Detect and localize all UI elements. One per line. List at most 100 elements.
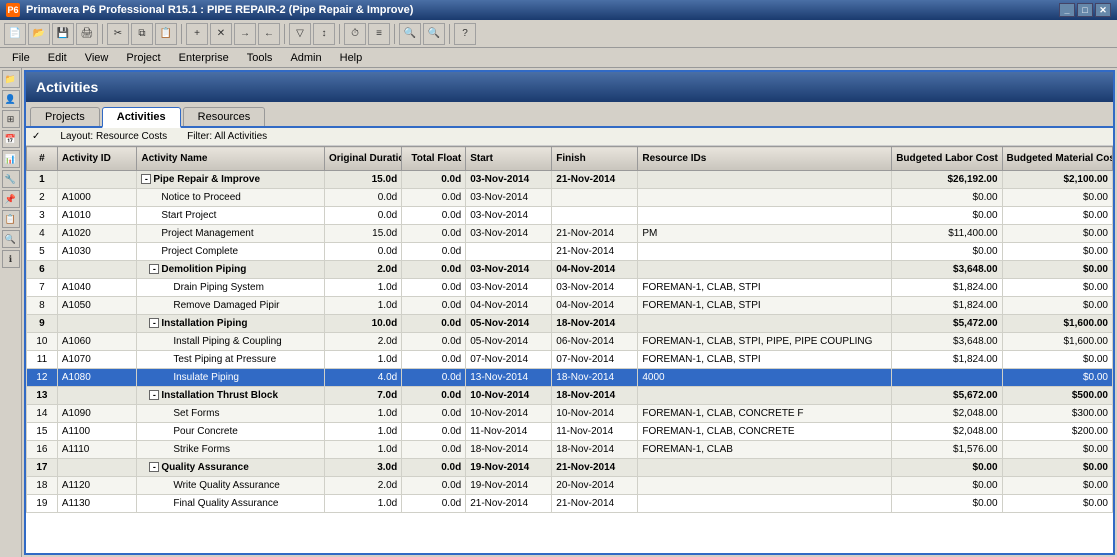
sidebar-magnify-icon[interactable]: 🔍 [2, 230, 20, 248]
expander-icon[interactable]: - [149, 318, 159, 328]
col-header-start[interactable]: Start [466, 147, 552, 171]
table-row[interactable]: 8A1050Remove Damaged Pipir1.0d0.0d04-Nov… [27, 297, 1113, 315]
table-row[interactable]: 1-Pipe Repair & Improve15.0d0.0d03-Nov-2… [27, 171, 1113, 189]
window-controls[interactable]: _ □ ✕ [1059, 3, 1111, 17]
file-menu[interactable]: File [4, 51, 38, 65]
row-budmat: $0.00 [1002, 369, 1112, 387]
view-menu[interactable]: View [77, 51, 117, 65]
col-header-actname[interactable]: Activity Name [137, 147, 325, 171]
sidebar-calendar-icon[interactable]: 📅 [2, 130, 20, 148]
save-button[interactable]: 💾 [52, 23, 74, 45]
row-budlabor: $11,400.00 [892, 225, 1002, 243]
row-origdur: 0.0d [324, 189, 401, 207]
col-header-budmat[interactable]: Budgeted Material Cost [1002, 147, 1112, 171]
activities-table-container[interactable]: # Activity ID Activity Name Original Dur… [26, 146, 1113, 553]
row-actname: Write Quality Assurance [137, 477, 325, 495]
help-button[interactable]: ? [454, 23, 476, 45]
row-actname: Drain Piping System [137, 279, 325, 297]
tab-projects[interactable]: Projects [30, 107, 100, 126]
new-button[interactable]: 📄 [4, 23, 26, 45]
maximize-button[interactable]: □ [1077, 3, 1093, 17]
zoom-in-button[interactable]: 🔍 [399, 23, 421, 45]
add-button[interactable]: + [186, 23, 208, 45]
row-origdur: 0.0d [324, 207, 401, 225]
row-totalfloat: 0.0d [402, 351, 466, 369]
cut-button[interactable]: ✂ [107, 23, 129, 45]
table-row[interactable]: 15A1100Pour Concrete1.0d0.0d11-Nov-20141… [27, 423, 1113, 441]
enterprise-menu[interactable]: Enterprise [171, 51, 237, 65]
sidebar-clipboard-icon[interactable]: 📋 [2, 210, 20, 228]
table-row[interactable]: 2A1000Notice to Proceed0.0d0.0d03-Nov-20… [27, 189, 1113, 207]
row-finish: 04-Nov-2014 [552, 297, 638, 315]
table-row[interactable]: 5A1030Project Complete0.0d0.0d21-Nov-201… [27, 243, 1113, 261]
indent-button[interactable]: → [234, 23, 256, 45]
col-header-resource[interactable]: Resource IDs [638, 147, 892, 171]
table-row[interactable]: 16A1110Strike Forms1.0d0.0d18-Nov-201418… [27, 441, 1113, 459]
sidebar-pin-icon[interactable]: 📌 [2, 190, 20, 208]
print-button[interactable]: 🖨 [76, 23, 98, 45]
row-resource [638, 261, 892, 279]
table-row[interactable]: 10A1060Install Piping & Coupling2.0d0.0d… [27, 333, 1113, 351]
schedule-button[interactable]: ⏱ [344, 23, 366, 45]
zoom-out-button[interactable]: 🔍 [423, 23, 445, 45]
sidebar-folder-icon[interactable]: 📁 [2, 70, 20, 88]
minimize-button[interactable]: _ [1059, 3, 1075, 17]
sidebar-wrench-icon[interactable]: 🔧 [2, 170, 20, 188]
tools-menu[interactable]: Tools [239, 51, 281, 65]
tab-resources[interactable]: Resources [183, 107, 266, 126]
col-header-totalfloat[interactable]: Total Float [402, 147, 466, 171]
row-actid: A1040 [57, 279, 136, 297]
project-menu[interactable]: Project [118, 51, 168, 65]
delete-button[interactable]: ✕ [210, 23, 232, 45]
paste-button[interactable]: 📋 [155, 23, 177, 45]
col-header-finish[interactable]: Finish [552, 147, 638, 171]
table-row[interactable]: 13-Installation Thrust Block7.0d0.0d10-N… [27, 387, 1113, 405]
row-resource: FOREMAN-1, CLAB, STPI [638, 279, 892, 297]
row-origdur: 1.0d [324, 351, 401, 369]
expander-icon[interactable]: - [149, 462, 159, 472]
copy-button[interactable]: ⧉ [131, 23, 153, 45]
row-finish: 21-Nov-2014 [552, 243, 638, 261]
table-row[interactable]: 7A1040Drain Piping System1.0d0.0d03-Nov-… [27, 279, 1113, 297]
col-header-actid[interactable]: Activity ID [57, 147, 136, 171]
row-origdur: 15.0d [324, 171, 401, 189]
filter-button[interactable]: ▽ [289, 23, 311, 45]
expander-icon[interactable]: - [141, 174, 151, 184]
sidebar-chart-icon[interactable]: 📊 [2, 150, 20, 168]
table-row[interactable]: 14A1090Set Forms1.0d0.0d10-Nov-201410-No… [27, 405, 1113, 423]
table-row[interactable]: 12A1080Insulate Piping4.0d0.0d13-Nov-201… [27, 369, 1113, 387]
col-header-origdur[interactable]: Original Duration [324, 147, 401, 171]
row-budlabor: $3,648.00 [892, 333, 1002, 351]
table-row[interactable]: 9-Installation Piping10.0d0.0d05-Nov-201… [27, 315, 1113, 333]
col-header-budlabor[interactable]: Budgeted Labor Cost [892, 147, 1002, 171]
table-row[interactable]: 3A1010Start Project0.0d0.0d03-Nov-2014$0… [27, 207, 1113, 225]
expander-icon[interactable]: - [149, 264, 159, 274]
expander-icon[interactable]: - [149, 390, 159, 400]
row-origdur: 0.0d [324, 243, 401, 261]
row-num: 6 [27, 261, 58, 279]
row-actid [57, 387, 136, 405]
col-header-num[interactable]: # [27, 147, 58, 171]
help-menu[interactable]: Help [332, 51, 371, 65]
sidebar-info-icon[interactable]: ℹ [2, 250, 20, 268]
admin-menu[interactable]: Admin [282, 51, 329, 65]
sort-button[interactable]: ↕ [313, 23, 335, 45]
outdent-button[interactable]: ← [258, 23, 280, 45]
row-origdur: 4.0d [324, 369, 401, 387]
tab-activities[interactable]: Activities [102, 107, 181, 128]
tab-bar: Projects Activities Resources [26, 102, 1113, 128]
edit-menu[interactable]: Edit [40, 51, 75, 65]
table-row[interactable]: 17-Quality Assurance3.0d0.0d19-Nov-20142… [27, 459, 1113, 477]
table-row[interactable]: 11A1070Test Piping at Pressure1.0d0.0d07… [27, 351, 1113, 369]
open-button[interactable]: 📂 [28, 23, 50, 45]
table-row[interactable]: 6-Demolition Piping2.0d0.0d03-Nov-201404… [27, 261, 1113, 279]
activities-table: # Activity ID Activity Name Original Dur… [26, 146, 1113, 513]
sidebar-person-icon[interactable]: 👤 [2, 90, 20, 108]
table-row[interactable]: 4A1020Project Management15.0d0.0d03-Nov-… [27, 225, 1113, 243]
close-button[interactable]: ✕ [1095, 3, 1111, 17]
level-button[interactable]: ≡ [368, 23, 390, 45]
table-row[interactable]: 18A1120Write Quality Assurance2.0d0.0d19… [27, 477, 1113, 495]
sidebar-grid-icon[interactable]: ⊞ [2, 110, 20, 128]
row-actid: A1070 [57, 351, 136, 369]
table-row[interactable]: 19A1130Final Quality Assurance1.0d0.0d21… [27, 495, 1113, 513]
